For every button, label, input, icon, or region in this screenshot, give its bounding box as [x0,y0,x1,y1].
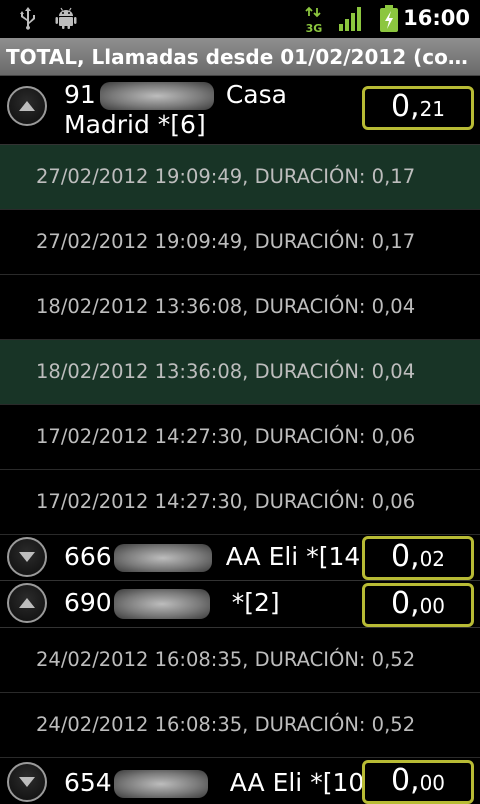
call-row[interactable]: 24/02/2012 16:08:35, DURACIÓN: 0,52 [0,628,480,693]
android-debug-icon [55,7,77,29]
cost-box: 0,02 [362,536,474,580]
redacted-number [113,589,210,619]
battery-charging-icon [380,5,398,32]
redacted-number [113,770,208,798]
contact-group[interactable]: 654 AA Eli *[10] 0,00 [0,758,480,804]
title-bar: TOTAL, Llamadas desde 01/02/2012 (con fi… [0,38,480,76]
contact-name: 666 AA Eli *[14] [64,542,371,572]
call-row[interactable]: 17/02/2012 14:27:30, DURACIÓN: 0,06 [0,405,480,470]
chevron-down-icon [19,777,35,787]
call-row[interactable]: 27/02/2012 19:09:49, DURACIÓN: 0,17 [0,145,480,210]
clock: 16:00 [403,6,470,30]
expand-toggle-button[interactable] [7,537,47,577]
contact-name: 91 Casa Madrid *[6] [64,80,287,139]
calls-list[interactable]: 91 Casa Madrid *[6] 0,21 27/02/2012 19:09… [0,76,480,804]
contact-name: 654 AA Eli *[10] [64,768,375,798]
contact-group[interactable]: 690 *[2] 0,00 [0,581,480,628]
redacted-number [113,544,212,572]
cost-box: 0,00 [362,760,474,804]
svg-text:3G: 3G [306,22,323,34]
page-title: TOTAL, Llamadas desde 01/02/2012 (con fi… [6,45,474,69]
contact-group[interactable]: 91 Casa Madrid *[6] 0,21 [0,76,480,145]
call-row[interactable]: 18/02/2012 13:36:08, DURACIÓN: 0,04 [0,340,480,405]
chevron-down-icon [19,552,35,562]
expand-toggle-button[interactable] [7,762,47,802]
signal-icon [339,7,361,31]
usb-icon [20,7,35,30]
call-row[interactable]: 24/02/2012 16:08:35, DURACIÓN: 0,52 [0,693,480,758]
call-row[interactable]: 18/02/2012 13:36:08, DURACIÓN: 0,04 [0,275,480,340]
call-row[interactable]: 27/02/2012 19:09:49, DURACIÓN: 0,17 [0,210,480,275]
redacted-number [99,82,214,110]
chevron-up-icon [19,598,35,608]
call-row[interactable]: 17/02/2012 14:27:30, DURACIÓN: 0,06 [0,470,480,535]
contact-group[interactable]: 666 AA Eli *[14] 0,02 [0,535,480,581]
contact-name: 690 *[2] [64,588,280,619]
collapse-toggle-button[interactable] [7,583,47,623]
collapse-toggle-button[interactable] [7,86,47,126]
cost-box: 0,00 [362,583,474,627]
status-bar: 3G 16:00 [0,0,480,38]
chevron-up-icon [19,101,35,111]
3g-data-icon: 3G [305,6,323,34]
cost-box: 0,21 [362,86,474,130]
